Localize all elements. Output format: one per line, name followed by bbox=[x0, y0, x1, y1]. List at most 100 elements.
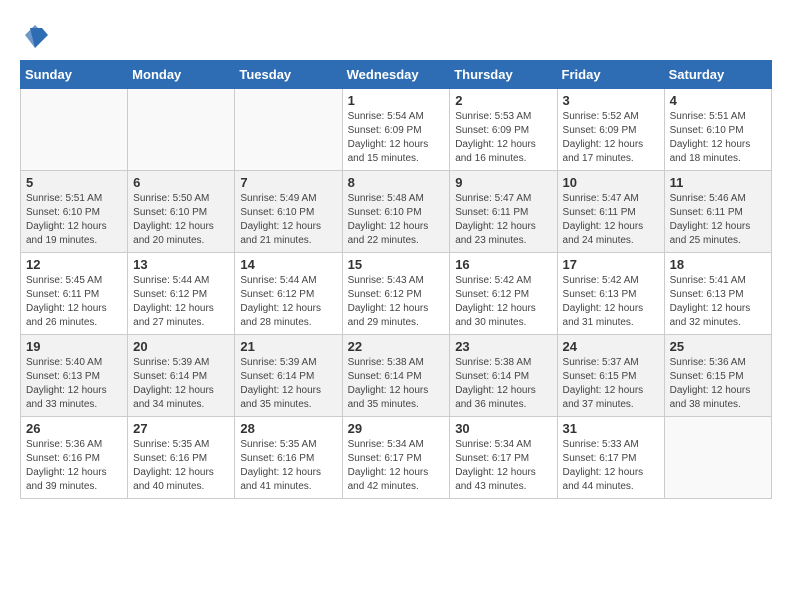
day-info: Sunrise: 5:36 AM Sunset: 6:16 PM Dayligh… bbox=[26, 438, 122, 494]
calendar-day-19: 19 Sunrise: 5:40 AM Sunset: 6:13 PM Dayli… bbox=[21, 335, 128, 417]
day-info: Sunrise: 5:42 AM Sunset: 6:12 PM Dayligh… bbox=[455, 274, 551, 330]
day-info: Sunrise: 5:53 AM Sunset: 6:09 PM Dayligh… bbox=[455, 110, 551, 166]
calendar-day-10: 10 Sunrise: 5:47 AM Sunset: 6:11 PM Dayli… bbox=[557, 171, 664, 253]
day-number: 13 bbox=[133, 257, 229, 272]
day-info: Sunrise: 5:38 AM Sunset: 6:14 PM Dayligh… bbox=[348, 356, 445, 412]
day-info: Sunrise: 5:46 AM Sunset: 6:11 PM Dayligh… bbox=[670, 192, 766, 248]
calendar-day-20: 20 Sunrise: 5:39 AM Sunset: 6:14 PM Dayli… bbox=[128, 335, 235, 417]
calendar-day-4: 4Sunrise: 5:51 AM Sunset: 6:10 PM Daylig… bbox=[664, 89, 771, 171]
calendar-header-row: SundayMondayTuesdayWednesdayThursdayFrid… bbox=[21, 61, 772, 89]
calendar-day-22: 22 Sunrise: 5:38 AM Sunset: 6:14 PM Dayli… bbox=[342, 335, 450, 417]
calendar-day-29: 29 Sunrise: 5:34 AM Sunset: 6:17 PM Dayli… bbox=[342, 417, 450, 499]
calendar-header-saturday: Saturday bbox=[664, 61, 771, 89]
day-info: Sunrise: 5:35 AM Sunset: 6:16 PM Dayligh… bbox=[133, 438, 229, 494]
day-number: 10 bbox=[563, 175, 659, 190]
calendar-day-6: 6Sunrise: 5:50 AM Sunset: 6:10 PM Daylig… bbox=[128, 171, 235, 253]
calendar-day-18: 18 Sunrise: 5:41 AM Sunset: 6:13 PM Dayli… bbox=[664, 253, 771, 335]
day-info: Sunrise: 5:33 AM Sunset: 6:17 PM Dayligh… bbox=[563, 438, 659, 494]
calendar-day-2: 2 Sunrise: 5:53 AM Sunset: 6:09 PM Daylig… bbox=[450, 89, 557, 171]
day-info: Sunrise: 5:42 AM Sunset: 6:13 PM Dayligh… bbox=[563, 274, 659, 330]
day-info: Sunrise: 5:49 AM Sunset: 6:10 PM Dayligh… bbox=[240, 192, 336, 248]
day-number: 2 bbox=[455, 93, 551, 108]
calendar-table: SundayMondayTuesdayWednesdayThursdayFrid… bbox=[20, 60, 772, 499]
day-info: Sunrise: 5:47 AM Sunset: 6:11 PM Dayligh… bbox=[563, 192, 659, 248]
day-number: 16 bbox=[455, 257, 551, 272]
day-number: 30 bbox=[455, 421, 551, 436]
day-number: 22 bbox=[348, 339, 445, 354]
day-number: 1 bbox=[348, 93, 445, 108]
day-info: Sunrise: 5:41 AM Sunset: 6:13 PM Dayligh… bbox=[670, 274, 766, 330]
day-number: 25 bbox=[670, 339, 766, 354]
calendar-header-sunday: Sunday bbox=[21, 61, 128, 89]
calendar-day-12: 12 Sunrise: 5:45 AM Sunset: 6:11 PM Dayli… bbox=[21, 253, 128, 335]
calendar-empty-cell bbox=[128, 89, 235, 171]
day-number: 15 bbox=[348, 257, 445, 272]
day-info: Sunrise: 5:44 AM Sunset: 6:12 PM Dayligh… bbox=[133, 274, 229, 330]
day-number: 28 bbox=[240, 421, 336, 436]
calendar-header-thursday: Thursday bbox=[450, 61, 557, 89]
day-number: 31 bbox=[563, 421, 659, 436]
calendar-day-1: 1 Sunrise: 5:54 AM Sunset: 6:09 PM Daylig… bbox=[342, 89, 450, 171]
calendar-day-26: 26 Sunrise: 5:36 AM Sunset: 6:16 PM Dayli… bbox=[21, 417, 128, 499]
day-number: 8 bbox=[348, 175, 445, 190]
day-number: 20 bbox=[133, 339, 229, 354]
calendar-week-row: 5Sunrise: 5:51 AM Sunset: 6:10 PM Daylig… bbox=[21, 171, 772, 253]
day-number: 12 bbox=[26, 257, 122, 272]
day-info: Sunrise: 5:37 AM Sunset: 6:15 PM Dayligh… bbox=[563, 356, 659, 412]
calendar-empty-cell bbox=[664, 417, 771, 499]
day-number: 7 bbox=[240, 175, 336, 190]
day-info: Sunrise: 5:48 AM Sunset: 6:10 PM Dayligh… bbox=[348, 192, 445, 248]
day-info: Sunrise: 5:34 AM Sunset: 6:17 PM Dayligh… bbox=[455, 438, 551, 494]
calendar-day-11: 11Sunrise: 5:46 AM Sunset: 6:11 PM Dayli… bbox=[664, 171, 771, 253]
day-info: Sunrise: 5:45 AM Sunset: 6:11 PM Dayligh… bbox=[26, 274, 122, 330]
day-info: Sunrise: 5:47 AM Sunset: 6:11 PM Dayligh… bbox=[455, 192, 551, 248]
calendar-header-wednesday: Wednesday bbox=[342, 61, 450, 89]
logo bbox=[20, 20, 54, 50]
calendar-empty-cell bbox=[235, 89, 342, 171]
day-number: 9 bbox=[455, 175, 551, 190]
calendar-day-14: 14 Sunrise: 5:44 AM Sunset: 6:12 PM Dayli… bbox=[235, 253, 342, 335]
day-info: Sunrise: 5:51 AM Sunset: 6:10 PM Dayligh… bbox=[670, 110, 766, 166]
calendar-week-row: 19 Sunrise: 5:40 AM Sunset: 6:13 PM Dayli… bbox=[21, 335, 772, 417]
calendar-day-15: 15 Sunrise: 5:43 AM Sunset: 6:12 PM Dayli… bbox=[342, 253, 450, 335]
calendar-header-friday: Friday bbox=[557, 61, 664, 89]
day-info: Sunrise: 5:38 AM Sunset: 6:14 PM Dayligh… bbox=[455, 356, 551, 412]
calendar-day-17: 17 Sunrise: 5:42 AM Sunset: 6:13 PM Dayli… bbox=[557, 253, 664, 335]
day-info: Sunrise: 5:50 AM Sunset: 6:10 PM Dayligh… bbox=[133, 192, 229, 248]
calendar-day-8: 8 Sunrise: 5:48 AM Sunset: 6:10 PM Daylig… bbox=[342, 171, 450, 253]
day-info: Sunrise: 5:43 AM Sunset: 6:12 PM Dayligh… bbox=[348, 274, 445, 330]
day-info: Sunrise: 5:35 AM Sunset: 6:16 PM Dayligh… bbox=[240, 438, 336, 494]
day-number: 29 bbox=[348, 421, 445, 436]
day-info: Sunrise: 5:54 AM Sunset: 6:09 PM Dayligh… bbox=[348, 110, 445, 166]
day-number: 24 bbox=[563, 339, 659, 354]
calendar-day-25: 25Sunrise: 5:36 AM Sunset: 6:15 PM Dayli… bbox=[664, 335, 771, 417]
calendar-day-5: 5Sunrise: 5:51 AM Sunset: 6:10 PM Daylig… bbox=[21, 171, 128, 253]
calendar-day-21: 21Sunrise: 5:39 AM Sunset: 6:14 PM Dayli… bbox=[235, 335, 342, 417]
calendar-week-row: 26 Sunrise: 5:36 AM Sunset: 6:16 PM Dayli… bbox=[21, 417, 772, 499]
calendar-header-monday: Monday bbox=[128, 61, 235, 89]
day-number: 19 bbox=[26, 339, 122, 354]
day-info: Sunrise: 5:51 AM Sunset: 6:10 PM Dayligh… bbox=[26, 192, 122, 248]
calendar-week-row: 1 Sunrise: 5:54 AM Sunset: 6:09 PM Daylig… bbox=[21, 89, 772, 171]
calendar-day-9: 9 Sunrise: 5:47 AM Sunset: 6:11 PM Daylig… bbox=[450, 171, 557, 253]
day-number: 23 bbox=[455, 339, 551, 354]
calendar-day-3: 3 Sunrise: 5:52 AM Sunset: 6:09 PM Daylig… bbox=[557, 89, 664, 171]
day-info: Sunrise: 5:39 AM Sunset: 6:14 PM Dayligh… bbox=[133, 356, 229, 412]
calendar-day-16: 16 Sunrise: 5:42 AM Sunset: 6:12 PM Dayli… bbox=[450, 253, 557, 335]
calendar-day-31: 31 Sunrise: 5:33 AM Sunset: 6:17 PM Dayli… bbox=[557, 417, 664, 499]
calendar-day-23: 23 Sunrise: 5:38 AM Sunset: 6:14 PM Dayli… bbox=[450, 335, 557, 417]
day-info: Sunrise: 5:40 AM Sunset: 6:13 PM Dayligh… bbox=[26, 356, 122, 412]
day-number: 26 bbox=[26, 421, 122, 436]
page-header bbox=[20, 20, 772, 50]
day-number: 17 bbox=[563, 257, 659, 272]
day-info: Sunrise: 5:44 AM Sunset: 6:12 PM Dayligh… bbox=[240, 274, 336, 330]
day-number: 18 bbox=[670, 257, 766, 272]
day-info: Sunrise: 5:34 AM Sunset: 6:17 PM Dayligh… bbox=[348, 438, 445, 494]
day-number: 14 bbox=[240, 257, 336, 272]
calendar-day-24: 24 Sunrise: 5:37 AM Sunset: 6:15 PM Dayli… bbox=[557, 335, 664, 417]
day-info: Sunrise: 5:52 AM Sunset: 6:09 PM Dayligh… bbox=[563, 110, 659, 166]
calendar-empty-cell bbox=[21, 89, 128, 171]
day-number: 3 bbox=[563, 93, 659, 108]
calendar-header-tuesday: Tuesday bbox=[235, 61, 342, 89]
calendar-week-row: 12 Sunrise: 5:45 AM Sunset: 6:11 PM Dayli… bbox=[21, 253, 772, 335]
